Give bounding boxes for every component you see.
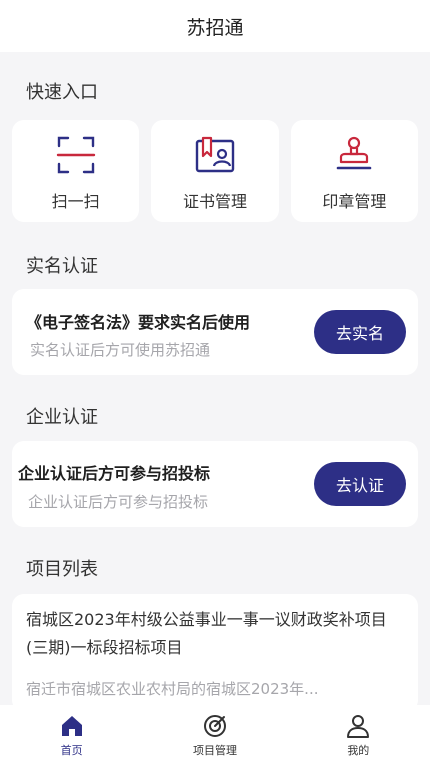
go-enterprise-button[interactable]: 去认证: [314, 462, 406, 506]
target-icon: [203, 714, 226, 737]
section-title-enterprise: 企业认证: [26, 407, 98, 428]
project-title: 宿城区2023年村级公益事业一事一议财政奖补项目(三期)一标段招标项目: [26, 610, 387, 657]
real-name-card: 《电子签名法》要求实名后使用 实名认证后方可使用苏招通 去实名: [12, 289, 418, 375]
home-icon: [61, 715, 82, 736]
scan-icon: [56, 136, 95, 174]
tab-project-management[interactable]: 项目管理: [143, 705, 286, 765]
enterprise-card: 企业认证后方可参与招投标 企业认证后方可参与招投标 去认证: [12, 441, 418, 527]
quick-entry-seal[interactable]: 印章管理: [290, 120, 418, 222]
app-header: 苏招通: [0, 0, 430, 52]
bottom-tab-bar: 首页 项目管理 我的: [0, 705, 430, 765]
project-subtitle: 宿迁市宿城区农业农村局的宿城区2023年...: [26, 680, 319, 698]
tab-label: 首页: [60, 743, 83, 757]
quick-entry-label: 扫一扫: [51, 192, 100, 211]
real-name-sub-text: 实名认证后方可使用苏招通: [30, 341, 211, 359]
page-title: 苏招通: [186, 16, 244, 39]
tab-mine[interactable]: 我的: [287, 705, 430, 765]
quick-entry-label: 证书管理: [182, 192, 247, 211]
section-title-quick-entry: 快速入口: [26, 82, 98, 103]
section-title-projects: 项目列表: [26, 559, 98, 580]
quick-entry-label: 印章管理: [322, 192, 387, 211]
certificate-icon: [195, 136, 235, 173]
tab-home[interactable]: 首页: [0, 705, 143, 765]
quick-entry-certificate[interactable]: 证书管理: [151, 120, 279, 222]
section-title-real-name: 实名认证: [26, 256, 98, 277]
enterprise-main-text: 企业认证后方可参与招投标: [18, 464, 211, 483]
enterprise-sub-text: 企业认证后方可参与招投标: [28, 493, 209, 511]
quick-entry-scan[interactable]: 扫一扫: [12, 120, 140, 222]
tab-label: 我的: [347, 743, 370, 757]
seal-icon: [337, 136, 372, 170]
tab-label: 项目管理: [192, 743, 237, 757]
real-name-main-text: 《电子签名法》要求实名后使用: [26, 313, 251, 332]
user-icon: [347, 714, 370, 738]
go-real-name-button[interactable]: 去实名: [314, 310, 406, 354]
quick-entry-grid: 扫一扫 证书管理 印章管理: [12, 120, 418, 222]
project-list-item[interactable]: 宿城区2023年村级公益事业一事一议财政奖补项目(三期)一标段招标项目 宿迁市宿…: [12, 594, 418, 712]
